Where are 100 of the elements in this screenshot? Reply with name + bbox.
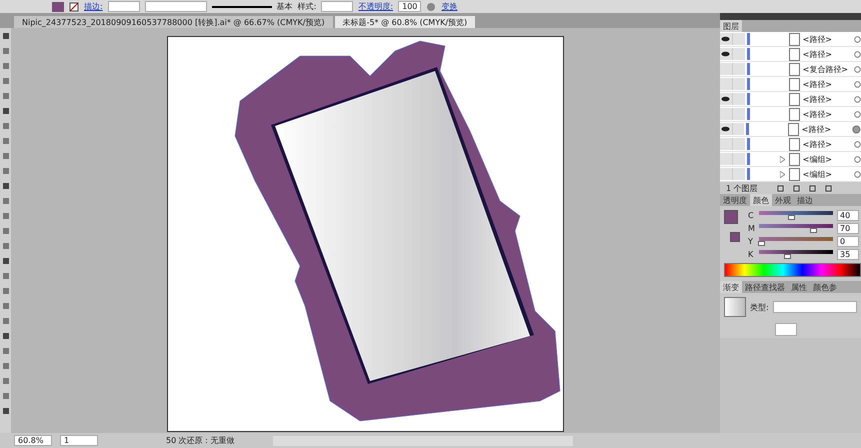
channel-label: M [748,224,755,232]
stroke-none-icon[interactable] [69,2,79,12]
lock-toggle[interactable] [732,108,745,120]
target-icon[interactable] [854,156,861,162]
target-icon[interactable] [852,124,861,134]
type-label: 类型: [750,302,769,312]
channel-value-field[interactable]: 35 [837,248,859,260]
visibility-toggle[interactable] [720,168,733,180]
lock-toggle[interactable] [732,123,744,135]
target-icon[interactable] [854,66,861,72]
channel-label: C [748,210,755,220]
layer-row[interactable]: <编组> [720,152,861,167]
lock-toggle[interactable] [732,48,745,60]
zoom-field[interactable]: 60.8% [14,435,52,446]
globe-icon[interactable] [426,2,436,12]
layer-row[interactable]: <编组> [720,167,861,182]
channel-label: Y [748,236,754,246]
fill-color-swatch[interactable] [724,210,738,224]
panel-tab[interactable]: 属性 [788,281,810,293]
visibility-toggle[interactable] [720,108,733,120]
layer-row[interactable]: <路径> [720,107,861,122]
layer-name: <编组> [802,168,833,180]
layer-row[interactable]: <路径> [720,32,861,47]
panel-tab[interactable]: 外观 [772,194,794,206]
variable-width-dropdown[interactable] [144,1,207,12]
slider-thumb[interactable] [784,254,791,259]
slider-thumb[interactable] [788,215,795,220]
document-tab[interactable]: Nipic_24377523_20180909160537788000 [转换].ai* @ 66.67% (CMYK/预览) [14,16,333,28]
channel-label: K [748,250,754,258]
panel-tab[interactable]: 颜色参 [810,281,840,293]
expand-icon[interactable] [780,156,786,162]
eye-icon[interactable] [720,33,733,45]
lock-toggle[interactable] [732,63,745,75]
layer-row[interactable]: <路径> [720,122,861,137]
thumbnail-icon [788,62,800,76]
eye-icon[interactable] [720,93,733,105]
layer-row[interactable]: <路径> [720,47,861,62]
fill-swatch[interactable] [52,2,64,12]
layers-tab[interactable]: 图层 [720,20,742,32]
angle-field[interactable] [775,323,797,336]
thumbnail-icon [788,78,800,90]
visibility-toggle[interactable] [720,153,733,165]
lock-toggle[interactable] [732,78,745,90]
gradient-swatch[interactable] [724,297,746,317]
eye-icon[interactable] [720,123,733,135]
stroke-label[interactable]: 描边: [84,1,103,12]
brush-label: 基本 [276,1,293,12]
target-icon[interactable] [854,110,861,118]
stroke-dropdown[interactable] [108,1,140,12]
thumbnail-icon [788,108,800,120]
page-field[interactable]: 1 [60,435,98,446]
panel-action-icon[interactable] [824,184,832,192]
visibility-toggle[interactable] [720,138,733,150]
transform-link[interactable]: 变换 [441,1,458,12]
layer-row[interactable]: <路径> [720,77,861,92]
visibility-toggle[interactable] [720,78,733,90]
panel-action-icon[interactable] [808,184,816,192]
panel-tab[interactable]: 描边 [794,194,816,206]
target-icon[interactable] [854,50,861,58]
style-dropdown[interactable] [321,1,354,12]
layer-name: <路径> [802,124,832,134]
thumbnail-icon [788,138,800,150]
opacity-label[interactable]: 不透明度: [358,1,394,12]
layer-name: <路径> [802,94,833,104]
target-icon[interactable] [854,170,861,178]
document-tab[interactable]: 未标题-5* @ 60.8% (CMYK/预览) [334,16,476,28]
panel-tab[interactable]: 颜色 [750,194,772,206]
target-icon[interactable] [854,140,861,148]
target-icon[interactable] [854,96,861,102]
target-icon[interactable] [854,80,861,88]
lock-toggle[interactable] [732,93,745,105]
panel-tab[interactable]: 渐变 [720,281,742,293]
layer-row[interactable]: <复合路径> [720,62,861,77]
opacity-field[interactable]: 100 [398,1,422,12]
visibility-toggle[interactable] [720,63,733,75]
layer-row[interactable]: <路径> [720,137,861,152]
thumbnail-icon [788,122,799,136]
stroke-color-swatch[interactable] [730,232,740,242]
lock-toggle[interactable] [732,168,745,180]
type-dropdown[interactable] [772,301,857,313]
slider-thumb[interactable] [810,228,817,233]
layer-row[interactable]: <路径> [720,92,861,107]
target-icon[interactable] [854,36,861,42]
panel-tab[interactable]: 透明度 [720,194,750,206]
slider-thumb[interactable] [758,241,765,246]
lock-toggle[interactable] [732,138,745,150]
lock-toggle[interactable] [732,153,745,165]
thumbnail-icon [788,92,800,106]
panel-tab[interactable]: 路径查找器 [742,281,788,293]
panel-action-icon[interactable] [776,184,784,192]
channel-value-field[interactable]: 0 [837,236,859,246]
color-spectrum[interactable] [724,263,861,277]
expand-icon[interactable] [780,170,786,178]
thumbnail-icon [788,48,800,60]
channel-value-field[interactable]: 40 [837,210,859,220]
channel-value-field[interactable]: 70 [837,222,859,234]
style-label: 样式: [298,1,316,12]
eye-icon[interactable] [720,48,733,60]
lock-toggle[interactable] [732,33,745,45]
panel-action-icon[interactable] [792,184,800,192]
